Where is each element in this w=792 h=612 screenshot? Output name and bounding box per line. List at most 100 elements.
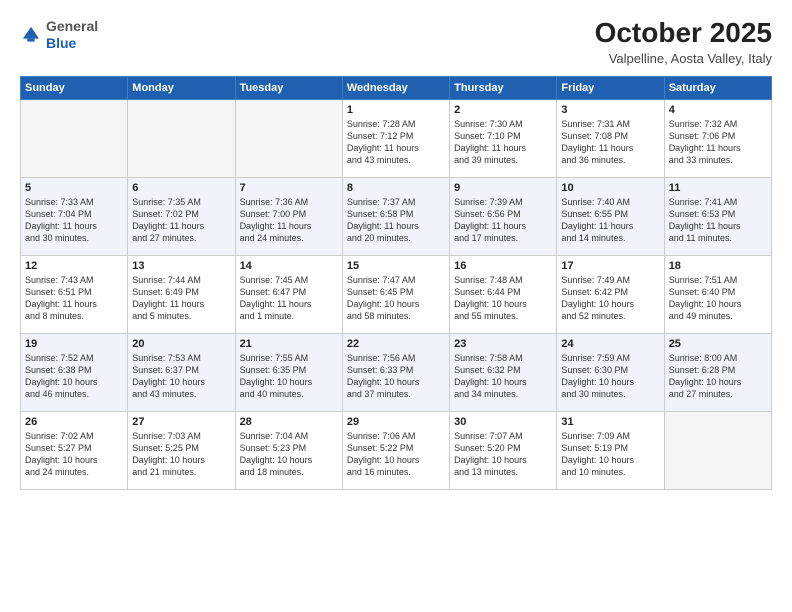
day-info: Sunrise: 7:31 AM Sunset: 7:08 PM Dayligh…	[561, 118, 659, 167]
day-info: Sunrise: 7:07 AM Sunset: 5:20 PM Dayligh…	[454, 430, 552, 479]
calendar-day-cell: 11 Sunrise: 7:41 AM Sunset: 6:53 PM Dayli…	[664, 177, 771, 255]
day-info: Sunrise: 7:39 AM Sunset: 6:56 PM Dayligh…	[454, 196, 552, 245]
calendar-day-cell: 3 Sunrise: 7:31 AM Sunset: 7:08 PM Daylig…	[557, 99, 664, 177]
day-number: 12	[25, 260, 123, 272]
calendar-day-cell: 17 Sunrise: 7:49 AM Sunset: 6:42 PM Dayli…	[557, 255, 664, 333]
calendar-day-cell	[235, 99, 342, 177]
day-info: Sunrise: 7:56 AM Sunset: 6:33 PM Dayligh…	[347, 352, 445, 401]
day-info: Sunrise: 7:37 AM Sunset: 6:58 PM Dayligh…	[347, 196, 445, 245]
calendar-day-cell: 21Sunrise: 7:55 AM Sunset: 6:35 PM Dayli…	[235, 333, 342, 411]
day-info: Sunrise: 7:03 AM Sunset: 5:25 PM Dayligh…	[132, 430, 230, 479]
day-number: 22	[347, 338, 445, 350]
day-info: Sunrise: 7:36 AM Sunset: 7:00 PM Dayligh…	[240, 196, 338, 245]
day-number: 24	[561, 338, 659, 350]
day-number: 15	[347, 260, 445, 272]
day-info: Sunrise: 8:00 AM Sunset: 6:28 PM Dayligh…	[669, 352, 767, 401]
weekday-header: Tuesday	[235, 76, 342, 99]
logo-blue: Blue	[46, 35, 76, 51]
day-info: Sunrise: 7:41 AM Sunset: 6:53 PM Dayligh…	[669, 196, 767, 245]
day-info: Sunrise: 7:35 AM Sunset: 7:02 PM Dayligh…	[132, 196, 230, 245]
day-number: 3	[561, 104, 659, 116]
day-info: Sunrise: 7:02 AM Sunset: 5:27 PM Dayligh…	[25, 430, 123, 479]
calendar-day-cell: 6 Sunrise: 7:35 AM Sunset: 7:02 PM Daylig…	[128, 177, 235, 255]
calendar-header-row: SundayMondayTuesdayWednesdayThursdayFrid…	[21, 76, 772, 99]
weekday-header: Saturday	[664, 76, 771, 99]
day-info: Sunrise: 7:59 AM Sunset: 6:30 PM Dayligh…	[561, 352, 659, 401]
day-number: 30	[454, 416, 552, 428]
day-info: Sunrise: 7:09 AM Sunset: 5:19 PM Dayligh…	[561, 430, 659, 479]
calendar-day-cell: 29Sunrise: 7:06 AM Sunset: 5:22 PM Dayli…	[342, 411, 449, 489]
day-number: 9	[454, 182, 552, 194]
weekday-header: Thursday	[450, 76, 557, 99]
day-number: 4	[669, 104, 767, 116]
day-number: 14	[240, 260, 338, 272]
page: General Blue October 2025 Valpelline, Ao…	[0, 0, 792, 612]
calendar-day-cell: 1Sunrise: 7:28 AM Sunset: 7:12 PM Daylig…	[342, 99, 449, 177]
calendar-day-cell: 25 Sunrise: 8:00 AM Sunset: 6:28 PM Dayli…	[664, 333, 771, 411]
day-number: 2	[454, 104, 552, 116]
calendar-day-cell: 16Sunrise: 7:48 AM Sunset: 6:44 PM Dayli…	[450, 255, 557, 333]
calendar-day-cell: 7 Sunrise: 7:36 AM Sunset: 7:00 PM Daylig…	[235, 177, 342, 255]
day-number: 19	[25, 338, 123, 350]
calendar-week-row: 1Sunrise: 7:28 AM Sunset: 7:12 PM Daylig…	[21, 99, 772, 177]
calendar-day-cell: 2 Sunrise: 7:30 AM Sunset: 7:10 PM Daylig…	[450, 99, 557, 177]
day-info: Sunrise: 7:45 AM Sunset: 6:47 PM Dayligh…	[240, 274, 338, 323]
calendar-week-row: 12 Sunrise: 7:43 AM Sunset: 6:51 PM Dayli…	[21, 255, 772, 333]
calendar-day-cell: 20 Sunrise: 7:53 AM Sunset: 6:37 PM Dayli…	[128, 333, 235, 411]
weekday-header: Sunday	[21, 76, 128, 99]
calendar-day-cell	[664, 411, 771, 489]
title-block: October 2025 Valpelline, Aosta Valley, I…	[595, 18, 772, 66]
day-number: 25	[669, 338, 767, 350]
day-info: Sunrise: 7:49 AM Sunset: 6:42 PM Dayligh…	[561, 274, 659, 323]
day-info: Sunrise: 7:44 AM Sunset: 6:49 PM Dayligh…	[132, 274, 230, 323]
day-number: 26	[25, 416, 123, 428]
day-info: Sunrise: 7:40 AM Sunset: 6:55 PM Dayligh…	[561, 196, 659, 245]
calendar-week-row: 5 Sunrise: 7:33 AM Sunset: 7:04 PM Daylig…	[21, 177, 772, 255]
calendar-day-cell: 31Sunrise: 7:09 AM Sunset: 5:19 PM Dayli…	[557, 411, 664, 489]
day-number: 16	[454, 260, 552, 272]
header: General Blue October 2025 Valpelline, Ao…	[20, 18, 772, 66]
day-number: 8	[347, 182, 445, 194]
calendar-title: October 2025	[595, 18, 772, 49]
calendar-day-cell: 12 Sunrise: 7:43 AM Sunset: 6:51 PM Dayli…	[21, 255, 128, 333]
weekday-header: Wednesday	[342, 76, 449, 99]
day-info: Sunrise: 7:47 AM Sunset: 6:45 PM Dayligh…	[347, 274, 445, 323]
calendar-day-cell: 28 Sunrise: 7:04 AM Sunset: 5:23 PM Dayli…	[235, 411, 342, 489]
calendar-day-cell: 13 Sunrise: 7:44 AM Sunset: 6:49 PM Dayli…	[128, 255, 235, 333]
day-number: 20	[132, 338, 230, 350]
day-info: Sunrise: 7:51 AM Sunset: 6:40 PM Dayligh…	[669, 274, 767, 323]
calendar-week-row: 26 Sunrise: 7:02 AM Sunset: 5:27 PM Dayli…	[21, 411, 772, 489]
day-info: Sunrise: 7:53 AM Sunset: 6:37 PM Dayligh…	[132, 352, 230, 401]
calendar-day-cell: 15 Sunrise: 7:47 AM Sunset: 6:45 PM Dayli…	[342, 255, 449, 333]
calendar-day-cell: 24 Sunrise: 7:59 AM Sunset: 6:30 PM Dayli…	[557, 333, 664, 411]
day-info: Sunrise: 7:32 AM Sunset: 7:06 PM Dayligh…	[669, 118, 767, 167]
calendar-day-cell: 27Sunrise: 7:03 AM Sunset: 5:25 PM Dayli…	[128, 411, 235, 489]
calendar-day-cell	[128, 99, 235, 177]
day-info: Sunrise: 7:04 AM Sunset: 5:23 PM Dayligh…	[240, 430, 338, 479]
logo-icon	[20, 24, 42, 46]
day-number: 13	[132, 260, 230, 272]
day-number: 21	[240, 338, 338, 350]
calendar-day-cell: 9 Sunrise: 7:39 AM Sunset: 6:56 PM Daylig…	[450, 177, 557, 255]
calendar-day-cell: 30 Sunrise: 7:07 AM Sunset: 5:20 PM Dayli…	[450, 411, 557, 489]
day-number: 5	[25, 182, 123, 194]
day-info: Sunrise: 7:30 AM Sunset: 7:10 PM Dayligh…	[454, 118, 552, 167]
logo: General Blue	[20, 18, 98, 52]
day-number: 17	[561, 260, 659, 272]
logo-general: General	[46, 18, 98, 34]
calendar-day-cell: 18Sunrise: 7:51 AM Sunset: 6:40 PM Dayli…	[664, 255, 771, 333]
day-number: 7	[240, 182, 338, 194]
calendar-day-cell: 26 Sunrise: 7:02 AM Sunset: 5:27 PM Dayli…	[21, 411, 128, 489]
day-info: Sunrise: 7:52 AM Sunset: 6:38 PM Dayligh…	[25, 352, 123, 401]
day-number: 6	[132, 182, 230, 194]
calendar-day-cell: 5 Sunrise: 7:33 AM Sunset: 7:04 PM Daylig…	[21, 177, 128, 255]
day-number: 11	[669, 182, 767, 194]
calendar-subtitle: Valpelline, Aosta Valley, Italy	[595, 51, 772, 66]
calendar-day-cell: 22 Sunrise: 7:56 AM Sunset: 6:33 PM Dayli…	[342, 333, 449, 411]
day-number: 28	[240, 416, 338, 428]
day-info: Sunrise: 7:33 AM Sunset: 7:04 PM Dayligh…	[25, 196, 123, 245]
day-number: 10	[561, 182, 659, 194]
day-number: 23	[454, 338, 552, 350]
day-number: 1	[347, 104, 445, 116]
day-info: Sunrise: 7:43 AM Sunset: 6:51 PM Dayligh…	[25, 274, 123, 323]
